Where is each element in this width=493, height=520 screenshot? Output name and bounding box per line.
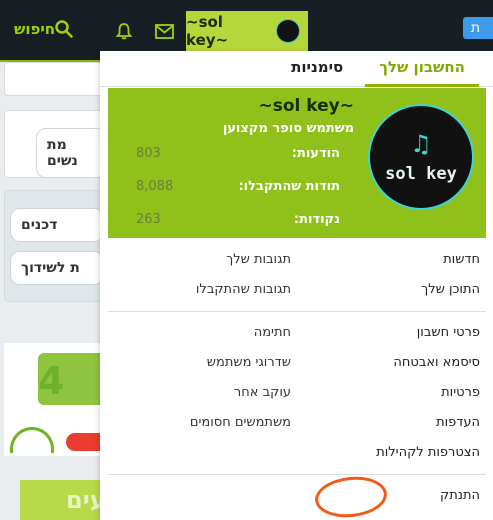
menu-row: התוכן שלך תגובות שהתקבלו	[108, 275, 486, 305]
menu-row: התנתק	[108, 481, 486, 511]
notifications-button[interactable]	[113, 20, 135, 42]
username-label: ~sol key~	[186, 13, 229, 49]
menu-row: חדשות תגובות שלך	[108, 245, 486, 275]
menu-item-signature[interactable]: חתימה	[108, 318, 297, 348]
stat-value-messages[interactable]: 803	[136, 146, 161, 161]
menu-item-account-details[interactable]: פרטי חשבון	[297, 318, 486, 348]
menu-item-privacy[interactable]: פרטיות	[297, 378, 486, 408]
stat-value-points[interactable]: 263	[136, 212, 161, 227]
search-button[interactable]: חיפוש	[14, 20, 77, 38]
menu-divider	[108, 311, 486, 312]
account-tabs: החשבון שלך סימניות	[100, 51, 493, 87]
tab-your-account[interactable]: החשבון שלך	[365, 51, 479, 87]
category-pill-dating[interactable]: ת לשידוך	[10, 251, 104, 285]
menu-item-news[interactable]: חדשות	[297, 245, 486, 275]
menu-item-join-communities[interactable]: הצטרפות לקהילות	[297, 438, 486, 468]
tab-bookmarks[interactable]: סימניות	[277, 51, 357, 87]
stat-value-thanks[interactable]: 8,088	[136, 179, 173, 194]
menu-item-empty	[108, 438, 297, 468]
menu-row: פרטיות עוקב אחר	[108, 378, 486, 408]
search-icon	[55, 20, 73, 38]
greenhouse-logo	[10, 427, 54, 453]
profile-username[interactable]: ~sol key~	[258, 96, 354, 116]
menu-item-received-replies[interactable]: תגובות שהתקבלו	[108, 275, 297, 305]
menu-row: הצטרפות לקהילות	[108, 438, 486, 468]
category-pill-devices[interactable]: דכנים	[10, 208, 104, 242]
account-menu-button[interactable]: ~sol key~	[186, 11, 308, 51]
account-menu: חדשות תגובות שלך התוכן שלך תגובות שהתקבל…	[108, 245, 486, 511]
avatar-logo-text: sol key	[385, 164, 457, 184]
header-blue-button[interactable]: ת	[463, 17, 493, 39]
stat-label-points: נקודות:	[293, 212, 340, 227]
menu-row: העדפות משתמשים חסומים	[108, 408, 486, 438]
background-card	[4, 62, 104, 96]
user-avatar[interactable]: ♫ sol key	[368, 104, 474, 210]
menu-item-password-security[interactable]: סיסמא ואבטחה	[297, 348, 486, 378]
menu-item-blocked-users[interactable]: משתמשים חסומים	[108, 408, 297, 438]
menu-item-your-content[interactable]: התוכן שלך	[297, 275, 486, 305]
user-rank: משתמש סופר מקצוען	[222, 121, 354, 136]
profile-summary: ♫ sol key ~sol key~ משתמש סופר מקצוען הו…	[108, 88, 486, 238]
envelope-icon	[154, 23, 174, 39]
menu-item-preferences[interactable]: העדפות	[297, 408, 486, 438]
stat-label-messages: הודעות:	[291, 146, 340, 161]
search-label: חיפוש	[14, 20, 56, 38]
menu-row: סיסמא ואבטחה שדרוגי משתמש	[108, 348, 486, 378]
account-dropdown-panel: החשבון שלך סימניות ♫ sol key ~sol key~ מ…	[100, 51, 493, 520]
menu-item-following[interactable]: עוקב אחר	[108, 378, 297, 408]
stat-label-thanks: תודות שהתקבלו:	[238, 179, 340, 194]
messages-button[interactable]	[153, 20, 175, 42]
menu-row: פרטי חשבון חתימה	[108, 318, 486, 348]
bell-icon	[115, 23, 133, 40]
menu-item-user-upgrades[interactable]: שדרוגי משתמש	[108, 348, 297, 378]
user-avatar-small	[276, 19, 300, 43]
ad-number-graphic: 4	[38, 359, 65, 403]
menu-divider	[108, 474, 486, 475]
category-pill-women[interactable]: מת נשים	[36, 128, 106, 178]
music-note-icon: ♫	[410, 130, 432, 158]
background-card	[4, 190, 104, 302]
menu-item-your-replies[interactable]: תגובות שלך	[108, 245, 297, 275]
